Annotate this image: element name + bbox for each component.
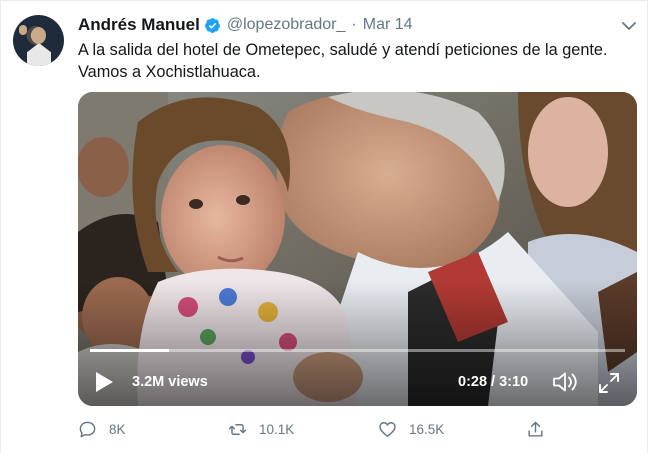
- retweet-count: 10.1K: [259, 421, 295, 437]
- video-progress-fill: [90, 349, 170, 352]
- volume-muted-icon[interactable]: [552, 371, 578, 393]
- play-icon[interactable]: [94, 371, 114, 393]
- tweet-header: Andrés Manuel @lopezobrador_ · Mar 14: [78, 14, 413, 36]
- retweet-button[interactable]: 10.1K: [228, 417, 294, 441]
- like-count: 16.5K: [409, 421, 445, 437]
- header-separator: ·: [351, 16, 357, 33]
- avatar-face: [31, 27, 46, 44]
- chevron-down-icon[interactable]: [619, 17, 639, 35]
- tweet-date[interactable]: Mar 14: [363, 16, 413, 34]
- tweet-actions: 8K 10.1K 16.5K: [78, 417, 558, 441]
- video-time: 0:28 / 3:10: [458, 374, 529, 390]
- author-handle[interactable]: @lopezobrador_: [227, 16, 346, 34]
- share-icon: [528, 421, 543, 437]
- tweet-text-line: Vamos a Xochistlahuaca.: [78, 63, 261, 81]
- video-frame-image: [78, 92, 637, 406]
- share-button[interactable]: [526, 417, 545, 441]
- like-button[interactable]: 16.5K: [378, 417, 444, 441]
- verified-badge-icon: [204, 17, 220, 33]
- tweet-text: A la salida del hotel de Ometepec, salud…: [78, 39, 633, 83]
- avatar[interactable]: [13, 15, 64, 66]
- heart-icon: [379, 421, 396, 437]
- avatar-shirt: [27, 43, 51, 66]
- retweet-icon: [228, 423, 247, 435]
- reply-count: 8K: [109, 421, 126, 437]
- tweet-text-line: A la salida del hotel de Ometepec, salud…: [78, 41, 608, 59]
- author-name[interactable]: Andrés Manuel: [78, 15, 200, 35]
- avatar-hand: [19, 25, 27, 35]
- fullscreen-icon[interactable]: [598, 372, 620, 394]
- tweet-card: Andrés Manuel @lopezobrador_ · Mar 14 A …: [0, 0, 648, 453]
- reply-button[interactable]: 8K: [78, 417, 126, 441]
- reply-icon: [79, 421, 96, 437]
- video-player[interactable]: 3.2M views 0:28 / 3:10: [78, 92, 637, 406]
- video-progress-bar[interactable]: [90, 349, 625, 352]
- video-views: 3.2M views: [132, 374, 208, 390]
